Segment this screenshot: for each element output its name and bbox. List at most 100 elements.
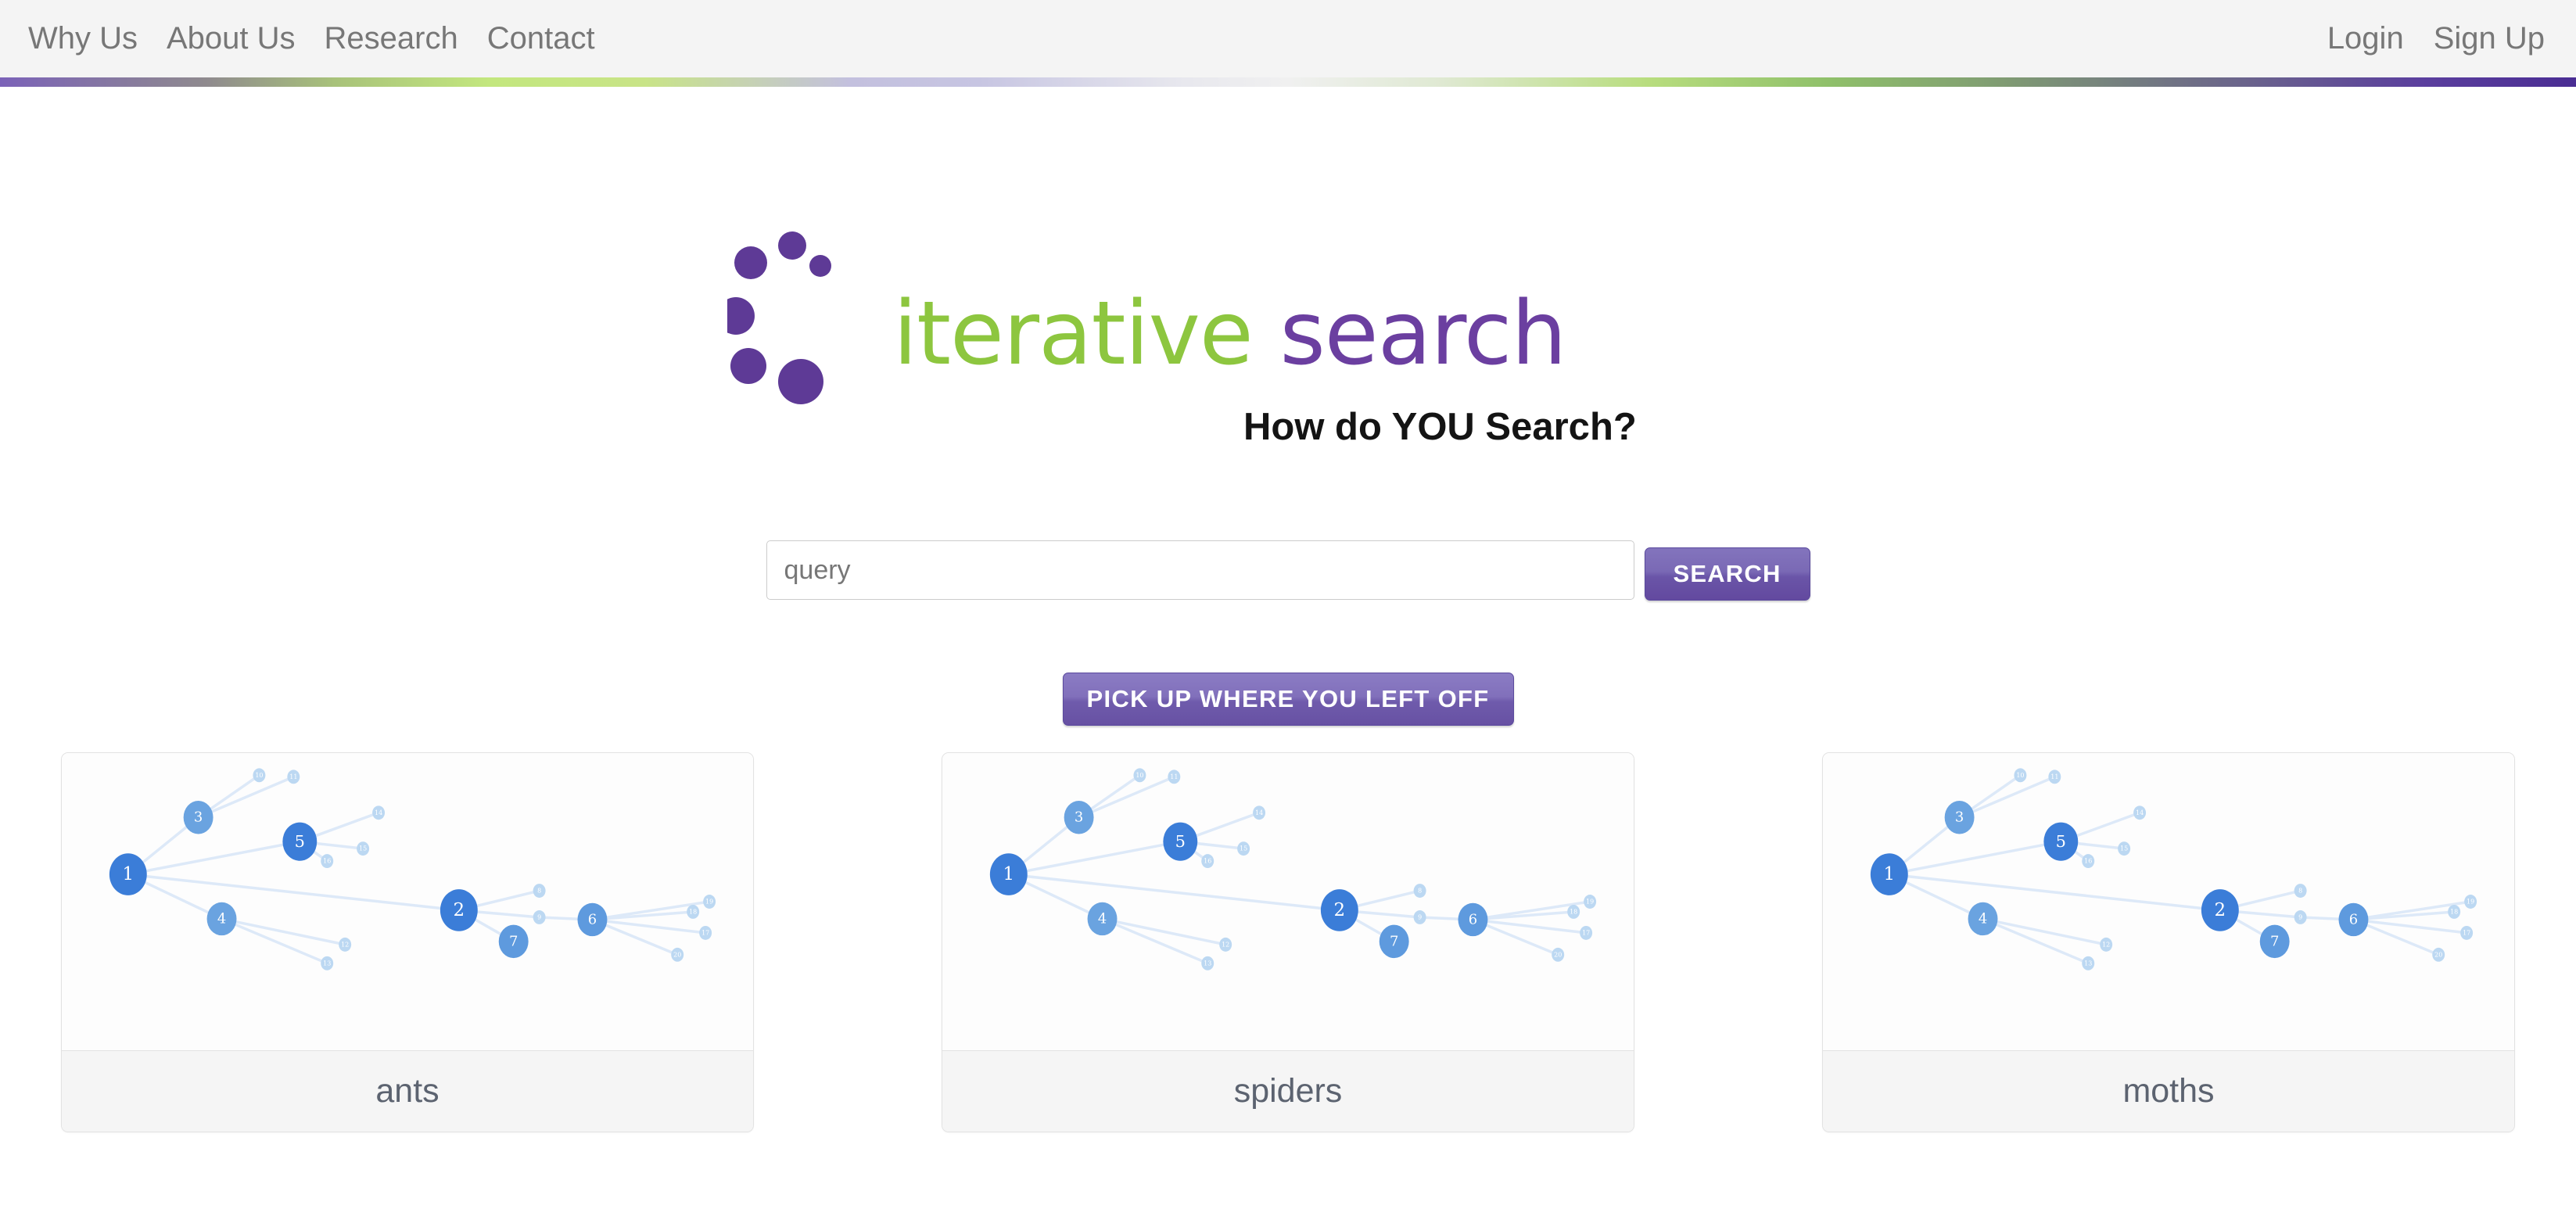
- svg-text:12: 12: [341, 941, 349, 948]
- nav-links-left: Why Us About Us Research Contact: [28, 21, 624, 56]
- brand-word-search: search: [1279, 283, 1566, 385]
- search-input[interactable]: [766, 540, 1634, 600]
- nav-link-login[interactable]: Login: [2327, 21, 2404, 56]
- graph-node-10: 10: [253, 768, 266, 783]
- svg-text:18: 18: [2450, 908, 2458, 915]
- svg-text:18: 18: [1570, 908, 1577, 915]
- node-link-graph-svg: 12345678910 11121314151617181920: [989, 768, 1597, 970]
- svg-text:1: 1: [1003, 864, 1015, 884]
- brand-wordmark: iterative search: [893, 290, 1567, 378]
- svg-text:12: 12: [2102, 941, 2110, 948]
- card-spiders[interactable]: 1 2 3 4 5 6 7 8 9 10 11 12 13 14 15 16 17 18 19 20 spiders: [942, 752, 1634, 1132]
- svg-text:20: 20: [673, 951, 681, 958]
- svg-text:7: 7: [2270, 933, 2279, 949]
- graph-node-14: 14: [1253, 805, 1266, 820]
- svg-text:6: 6: [1469, 911, 1477, 927]
- card-footer-moths: moths: [1823, 1050, 2514, 1132]
- graph-nodes: 12345678910 11121314151617181920: [1870, 768, 2477, 970]
- svg-text:17: 17: [701, 929, 709, 936]
- graph-node-4: 4: [1968, 902, 1998, 936]
- graph-node-11: 11: [287, 770, 300, 784]
- graph-node-6: 6: [2338, 902, 2369, 937]
- svg-text:2: 2: [454, 900, 465, 920]
- node-link-graph-svg: 12345678910 11121314151617181920: [1870, 768, 2477, 970]
- svg-text:11: 11: [289, 773, 297, 780]
- search-button[interactable]: SEARCH: [1644, 547, 1810, 601]
- nav-link-contact[interactable]: Contact: [487, 21, 595, 56]
- graph-node-15: 15: [357, 841, 370, 856]
- svg-text:19: 19: [705, 899, 713, 906]
- graph-node-5: 5: [282, 822, 318, 861]
- graph-node-5: 5: [1163, 822, 1198, 861]
- graph-preview-spiders[interactable]: 1 2 3 4 5 6 7 8 9 10 11 12 13 14 15 16 17 18 19 20: [942, 753, 1634, 1050]
- graph-edges: [1007, 773, 1591, 965]
- card-label-ants: ants: [375, 1072, 439, 1110]
- graph-node-1: 1: [109, 853, 147, 895]
- graph-node-2: 2: [1320, 889, 1358, 931]
- graph-node-3: 3: [183, 801, 213, 834]
- graph-node-15: 15: [2118, 841, 2131, 856]
- node-link-graph-svg: 12345678910 11121314151617181920: [109, 768, 716, 970]
- svg-text:19: 19: [1586, 899, 1594, 906]
- svg-text:5: 5: [1175, 832, 1186, 851]
- graph-node-8: 8: [2294, 884, 2307, 898]
- pick-up-where-you-left-off-button[interactable]: PICK UP WHERE YOU LEFT OFF: [1062, 673, 1514, 726]
- svg-text:3: 3: [194, 809, 203, 826]
- graph-node-17: 17: [699, 925, 712, 940]
- graph-node-10: 10: [1133, 768, 1146, 783]
- graph-node-2: 2: [439, 889, 478, 931]
- graph-node-7: 7: [1379, 924, 1409, 959]
- graph-node-18: 18: [687, 905, 700, 919]
- graph-nodes: 12345678910 11121314151617181920: [109, 768, 716, 970]
- graph-node-1: 1: [989, 853, 1028, 895]
- nav-links-right: Login Sign Up: [2298, 21, 2545, 56]
- graph-edges: [127, 773, 711, 965]
- svg-text:12: 12: [1222, 941, 1229, 948]
- svg-text:15: 15: [2120, 845, 2128, 852]
- svg-text:15: 15: [1240, 845, 1247, 852]
- resume-row: PICK UP WHERE YOU LEFT OFF: [0, 673, 2576, 726]
- card-ants[interactable]: 1 2 3 4 5 6 7 8 9 10 11 12 13 14 15 16 17 18 19 20 ants: [61, 752, 754, 1132]
- graph-preview-moths[interactable]: 1 2 3 4 5 6 7 8 9 10 11 12 13 14 15 16 17 18 19 20: [1823, 753, 2514, 1050]
- logo-dot-arc-icon: [727, 231, 831, 404]
- branding-area: iterative search How do YOU Search? SEAR…: [0, 87, 2576, 726]
- graph-node-13: 13: [2082, 956, 2095, 970]
- card-moths[interactable]: 1 2 3 4 5 6 7 8 9 10 11 12 13 14 15 16 17 18 19 20 moths: [1822, 752, 2515, 1132]
- svg-text:8: 8: [1418, 888, 1422, 895]
- svg-text:16: 16: [323, 858, 331, 865]
- graph-node-14: 14: [2133, 805, 2147, 820]
- graph-node-4: 4: [206, 902, 237, 936]
- svg-text:1: 1: [123, 864, 135, 884]
- graph-node-19: 19: [1584, 895, 1597, 909]
- graph-node-11: 11: [1168, 770, 1181, 784]
- logo-block[interactable]: iterative search How do YOU Search?: [727, 231, 1666, 448]
- svg-text:2: 2: [2215, 900, 2226, 920]
- graph-node-20: 20: [1552, 947, 1565, 962]
- nav-link-signup[interactable]: Sign Up: [2434, 21, 2545, 56]
- card-label-spiders: spiders: [1233, 1072, 1343, 1110]
- graph-node-8: 8: [1413, 884, 1426, 898]
- graph-preview-ants[interactable]: 1 2 3 4 5 6 7 8 9 10 11 12 13 14 15 16 17 18 19 20: [62, 753, 753, 1050]
- graph-node-3: 3: [1064, 801, 1094, 834]
- svg-text:5: 5: [295, 832, 305, 851]
- svg-text:9: 9: [1418, 913, 1422, 920]
- graph-node-18: 18: [1567, 905, 1580, 919]
- svg-text:13: 13: [323, 960, 331, 967]
- graph-node-10: 10: [2014, 768, 2027, 783]
- nav-link-research[interactable]: Research: [325, 21, 458, 56]
- graph-node-8: 8: [533, 884, 546, 898]
- graph-node-6: 6: [577, 902, 608, 937]
- graph-node-20: 20: [671, 947, 684, 962]
- nav-link-why-us[interactable]: Why Us: [28, 21, 138, 56]
- top-navigation-bar: Why Us About Us Research Contact Login S…: [0, 0, 2576, 77]
- svg-text:1: 1: [1884, 864, 1896, 884]
- svg-text:8: 8: [2298, 888, 2302, 895]
- svg-text:11: 11: [2050, 773, 2058, 780]
- svg-text:4: 4: [217, 910, 226, 927]
- svg-text:10: 10: [2016, 772, 2024, 779]
- svg-text:11: 11: [1170, 773, 1178, 780]
- graph-node-13: 13: [321, 956, 334, 970]
- graph-node-12: 12: [2100, 937, 2113, 952]
- nav-link-about-us[interactable]: About Us: [167, 21, 296, 56]
- search-row: SEARCH: [0, 540, 2576, 601]
